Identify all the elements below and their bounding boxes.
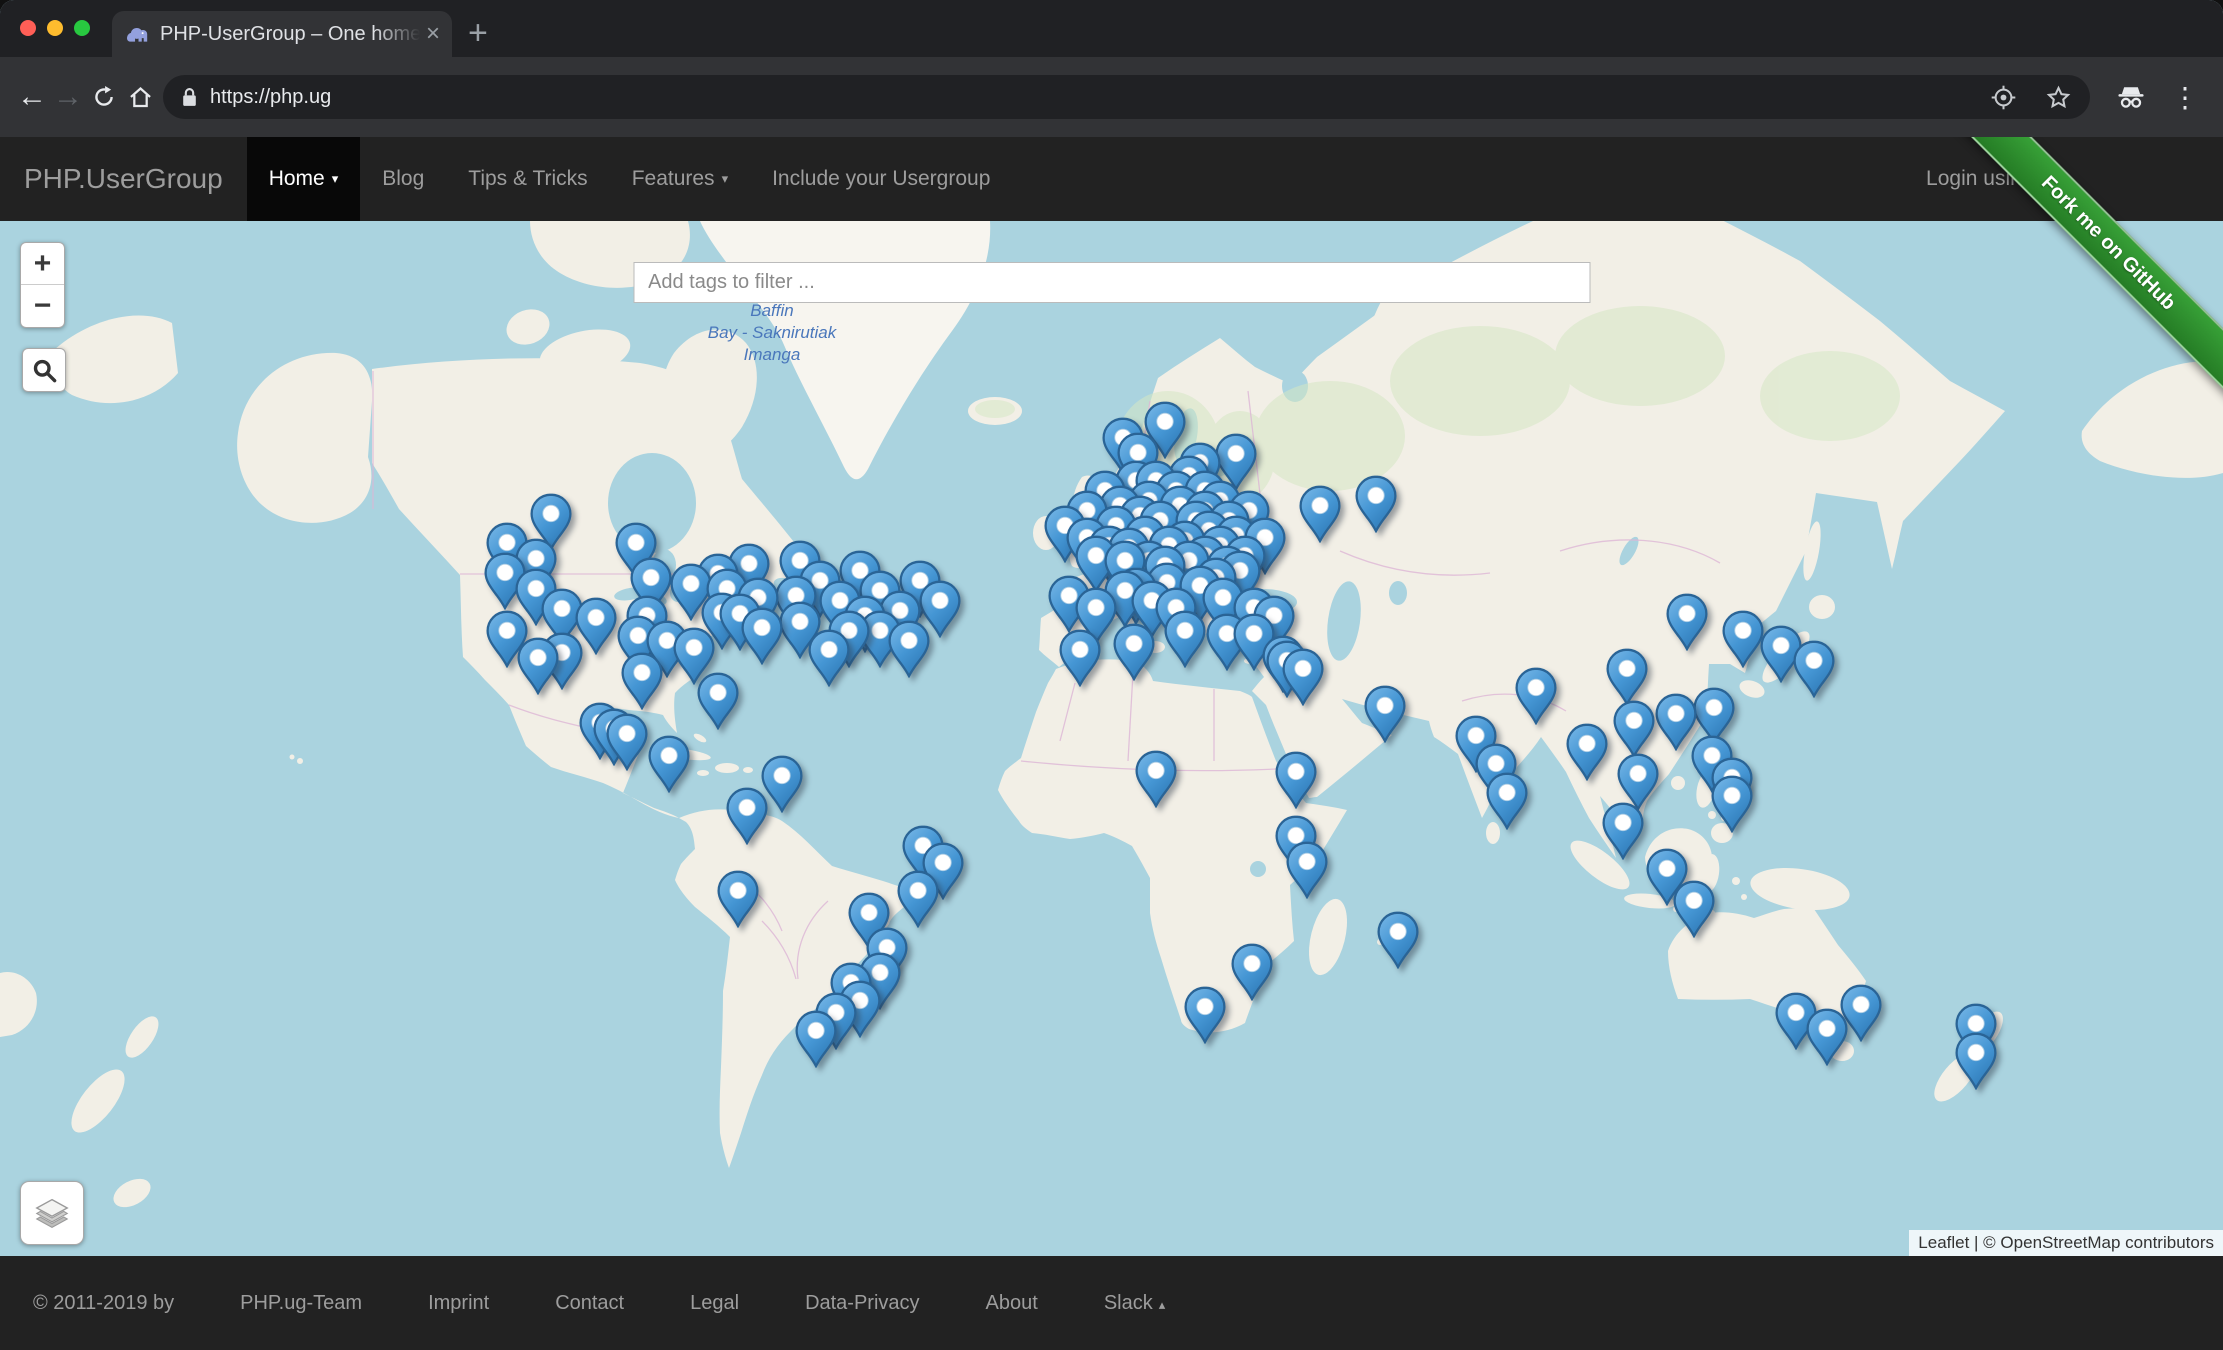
- map-marker[interactable]: [1671, 880, 1717, 938]
- footer-slack-dropup[interactable]: Slack▴: [1104, 1292, 1165, 1315]
- map-marker[interactable]: [1953, 1032, 1999, 1090]
- copyright-text: © 2011-2019 by: [33, 1292, 174, 1315]
- map-marker[interactable]: [1513, 666, 1559, 724]
- footer-link-team[interactable]: PHP.ug-Team: [240, 1292, 362, 1315]
- forward-icon: →: [53, 80, 83, 114]
- map-marker[interactable]: [806, 629, 852, 687]
- address-bar[interactable]: https://php.ug: [163, 75, 2090, 119]
- map-marker[interactable]: [1709, 775, 1755, 833]
- map-marker[interactable]: [1273, 750, 1319, 808]
- new-tab-button[interactable]: +: [468, 10, 488, 56]
- footer-link-about[interactable]: About: [986, 1292, 1038, 1315]
- lock-icon: [181, 87, 198, 108]
- layers-icon: [34, 1198, 70, 1229]
- map-marker[interactable]: [1111, 623, 1157, 681]
- nav-item-home[interactable]: Home ▾: [247, 137, 361, 221]
- incognito-button[interactable]: [2108, 57, 2154, 137]
- reload-button[interactable]: [84, 57, 124, 137]
- map-marker[interactable]: [1484, 772, 1530, 830]
- map-search-button[interactable]: [22, 348, 66, 392]
- map-attribution[interactable]: Leaflet | © OpenStreetMap contributors: [1909, 1230, 2223, 1256]
- chevron-down-icon: ▾: [722, 171, 729, 187]
- map-marker[interactable]: [619, 652, 665, 710]
- layers-control-button[interactable]: [20, 1181, 84, 1245]
- footer-link-contact[interactable]: Contact: [555, 1292, 624, 1315]
- map-marker[interactable]: [604, 713, 650, 771]
- map-marker[interactable]: [739, 606, 785, 664]
- nav-item-blog[interactable]: Blog: [360, 137, 446, 221]
- map-marker[interactable]: [1604, 648, 1650, 706]
- search-icon: [31, 357, 58, 384]
- tab-title: PHP-UserGroup – One home fo: [160, 23, 420, 46]
- map-marker[interactable]: [1664, 593, 1710, 651]
- zoom-window-button[interactable]: [74, 20, 90, 36]
- reload-icon: [91, 84, 117, 110]
- map-marker[interactable]: [886, 620, 932, 678]
- footer-link-data-privacy[interactable]: Data-Privacy: [805, 1292, 919, 1315]
- map-marker[interactable]: [1804, 1008, 1850, 1066]
- footer-link-legal[interactable]: Legal: [690, 1292, 739, 1315]
- map-marker[interactable]: [724, 786, 770, 844]
- close-window-button[interactable]: [20, 20, 36, 36]
- map[interactable]: Baffin Bay - Saknirutiak Imanga + − Leaf…: [0, 221, 2223, 1256]
- tab-strip: PHP-UserGroup – One home fo × +: [0, 0, 2223, 57]
- nav-item-tips-tricks[interactable]: Tips & Tricks: [446, 137, 609, 221]
- nav-item-include-usergroup[interactable]: Include your Usergroup: [750, 137, 1012, 221]
- tab-close-icon[interactable]: ×: [426, 22, 440, 46]
- map-marker[interactable]: [715, 869, 761, 927]
- map-marker[interactable]: [895, 869, 941, 927]
- map-marker[interactable]: [1375, 911, 1421, 969]
- map-marker[interactable]: [646, 735, 692, 793]
- tag-filter: [633, 262, 1590, 303]
- map-marker[interactable]: [1280, 648, 1326, 706]
- map-marker[interactable]: [1162, 610, 1208, 668]
- forward-button[interactable]: →: [48, 57, 88, 137]
- map-marker[interactable]: [1182, 985, 1228, 1043]
- map-marker[interactable]: [1284, 840, 1330, 898]
- browser-menu-button[interactable]: ⋮: [2165, 57, 2205, 137]
- window-controls: [20, 20, 90, 36]
- markers-layer: [0, 221, 2223, 1256]
- map-marker[interactable]: [695, 672, 741, 730]
- map-marker[interactable]: [1564, 722, 1610, 780]
- browser-tab[interactable]: PHP-UserGroup – One home fo ×: [112, 11, 452, 57]
- map-marker[interactable]: [1791, 640, 1837, 698]
- map-marker[interactable]: [1611, 700, 1657, 758]
- site-navbar: PHP.UserGroup Home ▾ Blog Tips & Tricks …: [0, 137, 2223, 221]
- bookmark-star-icon[interactable]: [2045, 84, 2072, 111]
- map-marker[interactable]: [1057, 629, 1103, 687]
- url-text: https://php.ug: [210, 86, 1990, 109]
- nav-item-features[interactable]: Features ▾: [610, 137, 750, 221]
- map-marker[interactable]: [1133, 749, 1179, 807]
- map-marker[interactable]: [793, 1010, 839, 1068]
- map-marker[interactable]: [1600, 802, 1646, 860]
- map-marker[interactable]: [515, 636, 561, 694]
- kebab-menu-icon: ⋮: [2171, 81, 2199, 114]
- minimize-window-button[interactable]: [47, 20, 63, 36]
- site-brand[interactable]: PHP.UserGroup: [0, 137, 247, 221]
- location-target-icon[interactable]: [1990, 84, 2017, 111]
- map-marker[interactable]: [1353, 475, 1399, 533]
- zoom-in-button[interactable]: +: [21, 243, 64, 285]
- tab-favicon-elephpant-icon: [124, 21, 150, 47]
- back-button[interactable]: ←: [12, 57, 52, 137]
- browser-toolbar: ← → https://php.ug ⋮: [0, 57, 2223, 137]
- home-button[interactable]: [120, 57, 160, 137]
- chevron-up-icon: ▴: [1159, 1297, 1166, 1312]
- map-marker[interactable]: [1362, 685, 1408, 743]
- incognito-icon: [2115, 83, 2147, 111]
- zoom-out-button[interactable]: −: [21, 285, 64, 327]
- tag-filter-input[interactable]: [633, 262, 1590, 303]
- site-footer: © 2011-2019 by PHP.ug-Team Imprint Conta…: [0, 1256, 2223, 1350]
- chevron-down-icon: ▾: [332, 171, 339, 187]
- back-icon: ←: [17, 80, 47, 114]
- footer-link-imprint[interactable]: Imprint: [428, 1292, 489, 1315]
- zoom-control: + −: [20, 242, 65, 328]
- home-icon: [127, 84, 154, 111]
- browser-window: PHP-UserGroup – One home fo × + ← → http…: [0, 0, 2223, 1350]
- map-marker[interactable]: [1229, 943, 1275, 1001]
- map-marker[interactable]: [1297, 484, 1343, 542]
